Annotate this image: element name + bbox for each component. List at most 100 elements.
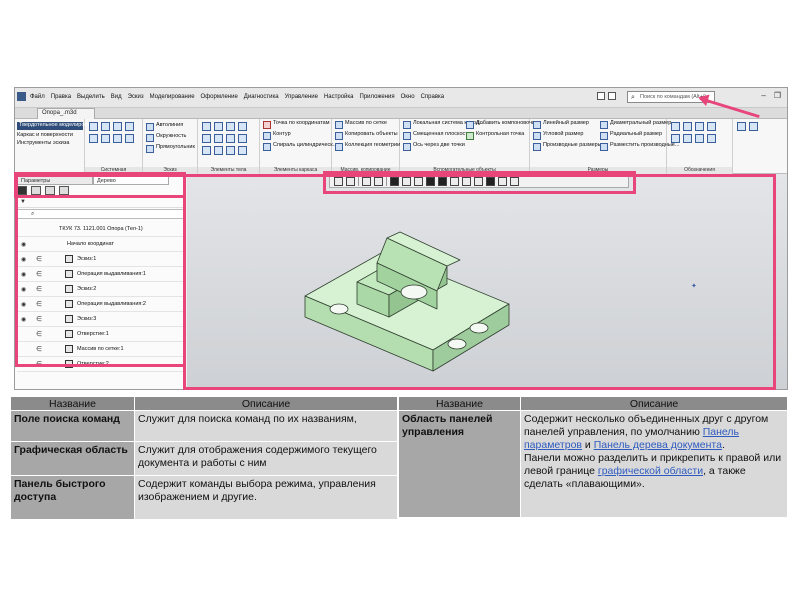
- contour-icon: [263, 132, 271, 140]
- row-name: Область панелей управления: [398, 410, 521, 518]
- menu-item-edit[interactable]: Правка: [51, 94, 71, 100]
- layout-icon[interactable]: [597, 92, 605, 100]
- ribbon-group-sketch: Автолиния Окружность Прямоугольник Эскиз: [143, 119, 198, 174]
- properties-icon[interactable]: [125, 134, 134, 143]
- restore-icon[interactable]: ❐: [774, 91, 781, 100]
- redo-icon[interactable]: [113, 134, 122, 143]
- print-icon[interactable]: [89, 134, 98, 143]
- grid-array-label: Массив по сетке: [345, 120, 387, 126]
- document-tab[interactable]: Опора_.m3d: [37, 108, 95, 119]
- column-header-desc: Описание: [134, 396, 398, 411]
- point-by-coords-button[interactable]: Точка по координатам: [263, 120, 337, 129]
- control-point-icon: [466, 132, 474, 140]
- new-document-icon[interactable]: [89, 122, 98, 131]
- close-icon[interactable]: [125, 122, 134, 131]
- spiral-button[interactable]: Спираль цилиндрическ...: [263, 142, 337, 151]
- kinematic-icon[interactable]: [226, 122, 235, 131]
- chamfer-icon[interactable]: [202, 146, 211, 155]
- menu-item-control[interactable]: Управление: [285, 94, 318, 100]
- layout-geometry-icon: [466, 121, 474, 129]
- leader-icon[interactable]: [707, 122, 716, 131]
- mode-label: Каркас и поверхности: [17, 131, 73, 138]
- table-row: Графическая область Служит для отображен…: [10, 441, 398, 476]
- mark-icon[interactable]: [671, 134, 680, 143]
- menu-item-diagnostics[interactable]: Диагностика: [244, 94, 279, 100]
- point-label: Точка по координатам: [273, 120, 330, 126]
- control-point-button[interactable]: Контрольная точка: [466, 131, 540, 140]
- fillet-icon[interactable]: [238, 134, 247, 143]
- radial-dim-label: Радиальный размер: [610, 131, 663, 137]
- angular-dim-button[interactable]: Угловой размер: [533, 131, 602, 140]
- row-name: Поле поиска команд: [10, 410, 135, 442]
- mode-wireframe-surfaces[interactable]: Каркас и поверхности: [17, 131, 83, 139]
- menu-item-settings[interactable]: Настройка: [324, 94, 354, 100]
- collection-label: Коллекция геометрии: [345, 142, 401, 148]
- grid-array-button[interactable]: Массив по сетке: [335, 120, 400, 129]
- extrude-icon[interactable]: [202, 122, 211, 131]
- axis-two-points-button[interactable]: Ось через две точки: [403, 142, 484, 151]
- table-row: Поле поиска команд Служит для поиска ком…: [10, 410, 398, 442]
- menu-item-view[interactable]: Вид: [111, 94, 122, 100]
- minimize-icon[interactable]: –: [761, 91, 765, 100]
- linear-dim-button[interactable]: Линейный размер: [533, 120, 602, 129]
- menu-item-apps[interactable]: Приложения: [360, 94, 395, 100]
- shell-icon[interactable]: [214, 146, 223, 155]
- text-icon[interactable]: [683, 134, 692, 143]
- rib-icon[interactable]: [226, 146, 235, 155]
- link-tree-panel[interactable]: Панель дерева документа: [594, 439, 722, 451]
- row-desc: Служит для отображения содержимого текущ…: [134, 441, 398, 476]
- menu-item-sketch[interactable]: Эскиз: [128, 94, 144, 100]
- main-menu: Файл Правка Выделить Вид Эскиз Моделиров…: [17, 92, 450, 101]
- position-icon[interactable]: [695, 134, 704, 143]
- rectangle-button[interactable]: Прямоугольник: [146, 144, 195, 153]
- mode-sketch-tools[interactable]: Инструменты эскиза: [17, 140, 83, 147]
- menu-item-select[interactable]: Выделить: [77, 94, 105, 100]
- contour-button[interactable]: Контур: [263, 131, 337, 140]
- copy-icon: [335, 132, 343, 140]
- base-icon[interactable]: [683, 122, 692, 131]
- table-row: Область панелей управления Содержит неск…: [398, 410, 788, 518]
- row-desc: Содержит команды выбора режима, управлен…: [134, 475, 398, 520]
- desc-and: и: [584, 439, 591, 451]
- settings-icon[interactable]: [608, 92, 616, 100]
- menu-item-file[interactable]: Файл: [30, 94, 45, 100]
- link-graphics-area[interactable]: графической области: [598, 465, 703, 477]
- grid-array-icon: [335, 121, 343, 129]
- mass-icon[interactable]: [749, 122, 758, 131]
- cut-extrude-icon[interactable]: [202, 134, 211, 143]
- rectangle-label: Прямоугольник: [156, 144, 195, 150]
- menu-item-drafting[interactable]: Оформление: [201, 94, 238, 100]
- menu-bar: Файл Правка Выделить Вид Эскиз Моделиров…: [15, 88, 787, 108]
- roughness-icon[interactable]: [671, 122, 680, 131]
- tolerance-icon[interactable]: [695, 122, 704, 131]
- derived-dim-button[interactable]: Производные размеры: [533, 142, 602, 151]
- slope-icon[interactable]: [238, 146, 247, 155]
- rotate-icon[interactable]: [214, 122, 223, 131]
- circle-icon: [146, 134, 154, 142]
- ribbon-group-system-icons: Системная: [85, 119, 143, 174]
- geometry-collection-button[interactable]: Коллекция геометрии: [335, 142, 401, 151]
- plane-icon: [403, 132, 411, 140]
- loft-icon[interactable]: [238, 122, 247, 131]
- add-layout-button[interactable]: Добавить компоновочн...: [466, 120, 540, 129]
- circle-button[interactable]: Окружность: [146, 133, 195, 142]
- menu-item-window[interactable]: Окно: [401, 94, 415, 100]
- array-commands: Массив по сетке Копировать объекты Колле…: [335, 120, 401, 151]
- autoline-button[interactable]: Автолиния: [146, 122, 195, 131]
- cut-rotate-icon[interactable]: [214, 134, 223, 143]
- system-icon-grid: [89, 122, 134, 143]
- derived-dim-label: Производные размеры: [543, 142, 602, 148]
- mode-solid-modeling[interactable]: Твердотельное моделирование: [17, 122, 100, 130]
- control-point-label: Контрольная точка: [476, 131, 525, 137]
- copy-objects-button[interactable]: Копировать объекты: [335, 131, 400, 140]
- menu-item-modeling[interactable]: Моделирование: [150, 94, 195, 100]
- reference-table-right: Название Описание Область панелей управл…: [398, 396, 788, 518]
- thread-icon[interactable]: [707, 134, 716, 143]
- measure-icon[interactable]: [737, 122, 746, 131]
- open-document-icon[interactable]: [101, 122, 110, 131]
- ribbon-group-body: Элементы тела: [198, 119, 260, 174]
- menu-item-help[interactable]: Справка: [421, 94, 445, 100]
- hole-icon[interactable]: [226, 134, 235, 143]
- undo-icon[interactable]: [101, 134, 110, 143]
- save-icon[interactable]: [113, 122, 122, 131]
